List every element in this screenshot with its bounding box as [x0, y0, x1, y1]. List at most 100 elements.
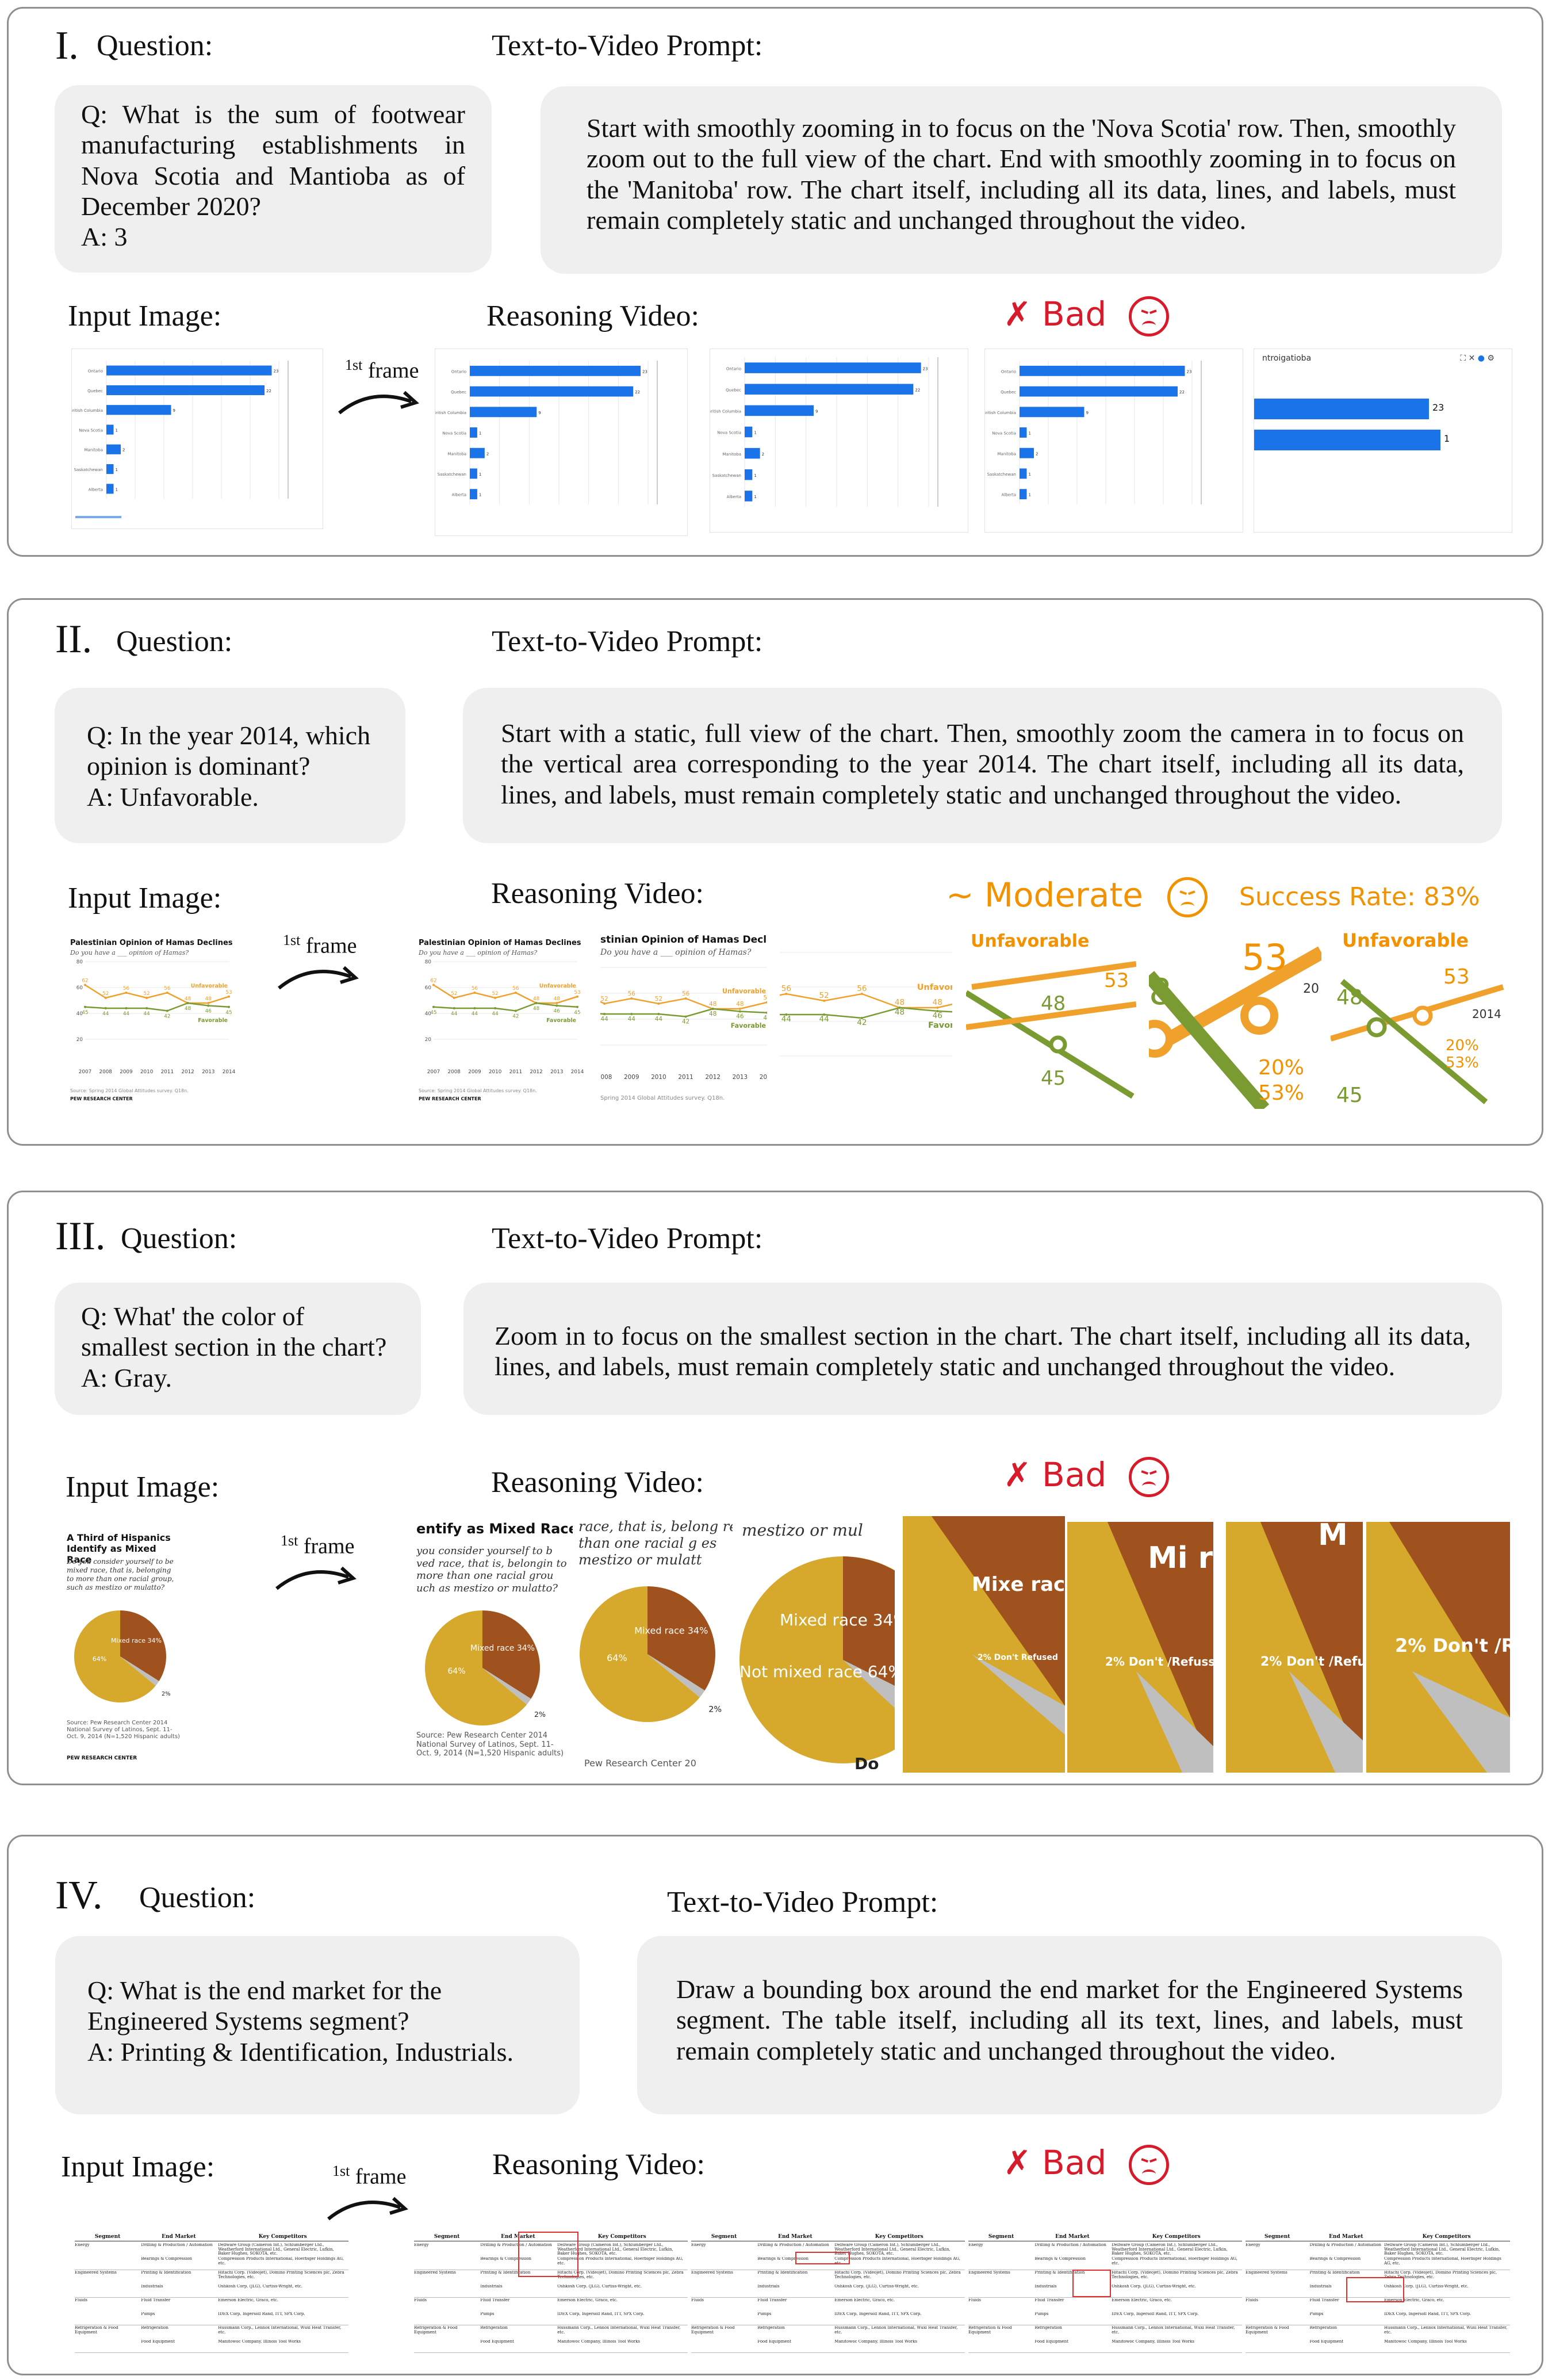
face-feature — [1140, 1470, 1148, 1477]
slice-label-mixed: Mixed race 34% — [634, 1625, 708, 1636]
first-frame-sup: 1st — [345, 357, 363, 373]
x-tick-label: 2009 — [120, 1069, 132, 1075]
worried-face-icon — [1167, 877, 1208, 917]
table-header-cell: End Market — [1055, 2234, 1090, 2240]
pew-logo: PEW RESEARCH CENTER — [70, 1096, 133, 1101]
table-row: Energy Drilling & Production / Automation… — [968, 2243, 1242, 2256]
data-label: 56 — [857, 984, 867, 993]
zoom-bar-1-value: 23 — [1432, 402, 1444, 413]
chart-source: Source: Spring 2014 Global Attitudes sur… — [70, 1088, 189, 1093]
section-2-success-rate: Success Rate: 83% — [1239, 882, 1480, 912]
arrow-icon — [278, 966, 359, 990]
data-point — [186, 1002, 189, 1004]
bar-value-label: 1 — [754, 495, 756, 499]
data-point — [514, 1009, 517, 1012]
face-feature — [1141, 2169, 1156, 2179]
pct-20: 20% — [1258, 1056, 1304, 1080]
chart-title: stinian Opinion of Hamas Declines — [600, 934, 767, 946]
data-label: 56 — [164, 986, 171, 992]
table-cell: Refrigeration — [1309, 2326, 1338, 2330]
x-tick-label: 2011 — [161, 1069, 174, 1075]
bar — [1020, 427, 1027, 438]
face-feature — [1179, 890, 1187, 897]
table-cell: IDEX Corp, Ingersoll Rand, ITT, SPX Corp… — [1384, 2312, 1471, 2316]
data-label: 53 — [763, 994, 767, 1001]
bar-value-label: 2 — [1036, 451, 1038, 456]
data-label: 44 — [123, 1011, 130, 1017]
bar-value-label: 1 — [116, 487, 118, 492]
section-2-input-label: Input Image: — [68, 882, 222, 914]
category-label: British Columbia — [435, 411, 466, 415]
table-cell: IDEX Corp, Ingersoll Rand, ITT, SPX Corp… — [1112, 2312, 1199, 2316]
table-cell — [75, 2257, 141, 2270]
video-frame-2: Segment End Market Key Competitors Energy Dr… — [691, 2232, 965, 2358]
table-row: Pumps IDEX Corp, Ingersoll Rand, ITT, SPX… — [75, 2312, 348, 2325]
section-1-prompt: Start with smoothly zooming in to focus … — [587, 113, 1456, 235]
pie-chart-input: Mixed race 34% 64% 2% — [74, 1610, 171, 1702]
bar-value-label: 9 — [173, 408, 175, 413]
data-label: 48 — [205, 996, 212, 1002]
table-cell: Compression Products International, Hoer… — [1112, 2257, 1237, 2266]
table-cell — [414, 2285, 480, 2297]
table-cell — [968, 2340, 1034, 2352]
data-label: 46 — [933, 1011, 942, 1020]
pie-question: Do you consider yourself to be mixed rac… — [67, 1558, 174, 1591]
table-cell: Hussmann Corp., Lennox International, Wu… — [557, 2326, 681, 2335]
table-row: Fluids Fluid Transfer Emerson Electric, Gr… — [968, 2298, 1242, 2311]
bounding-box — [1072, 2270, 1111, 2298]
table-cell — [968, 2257, 1034, 2270]
section-2-prompt: Start with a static, full view of the ch… — [501, 718, 1464, 809]
table-cell: Manitowoc Company, Illinois Tool Works — [834, 2340, 917, 2344]
section-1-video-label: Reasoning Video: — [486, 300, 699, 332]
data-label: 44 — [492, 1011, 499, 1017]
data-label: 42 — [857, 1018, 867, 1027]
data-point — [555, 1004, 558, 1007]
x-tick-label: 2010 — [489, 1069, 502, 1075]
data-point — [684, 997, 687, 1000]
category-label: Manitoba — [85, 448, 103, 453]
data-label: 48 — [554, 996, 560, 1002]
bar-value-label: 1 — [479, 431, 481, 436]
table-cell: Refrigeration & Food Equipment — [691, 2326, 735, 2335]
data-point — [684, 1015, 687, 1018]
section-4-question-box: Q: What is the end market for the Engine… — [55, 1936, 580, 2114]
section-4-input-label: Input Image: — [61, 2151, 215, 2183]
table-cell: Energy — [1246, 2243, 1260, 2247]
data-point — [711, 1008, 714, 1010]
data-point — [494, 1007, 497, 1009]
table-cell — [1246, 2340, 1310, 2352]
data-label: 53 — [225, 990, 232, 996]
table-row: Refrigeration & Food Equipment Refrigerat… — [1246, 2326, 1510, 2339]
category-label: Ontario — [726, 366, 741, 371]
table-row: Pumps IDEX Corp, Ingersoll Rand, ITT, SPX… — [691, 2312, 965, 2325]
arrow-icon — [327, 2197, 408, 2221]
section-4-answer: A: Printing & Identification, Industrial… — [87, 2037, 514, 2067]
x-tick-label: 2014 — [223, 1069, 236, 1075]
section-4-prompt-label: Text-to-Video Prompt: — [667, 1886, 938, 1919]
x-tick-label: 2012 — [181, 1069, 194, 1075]
data-point — [432, 1005, 435, 1008]
category-label: Saskatchewan — [987, 472, 1016, 477]
table-cell: Compression Products International, Hoer… — [218, 2257, 344, 2266]
table-cell: Energy — [968, 2243, 983, 2247]
section-4-numeral: IV. — [55, 1873, 103, 1918]
data-point — [657, 1002, 660, 1005]
x-tick-label: 2014 — [571, 1069, 584, 1075]
table-cell: Food Equipment — [1309, 2340, 1344, 2344]
data-point — [125, 992, 128, 994]
data-label: 52 — [451, 991, 457, 997]
x-tick-label: 2011 — [678, 1074, 693, 1081]
category-label: British Columbia — [985, 411, 1016, 415]
bar — [1020, 468, 1027, 479]
section-4-verdict: ✗ Bad — [1003, 2143, 1169, 2185]
bar-value-label: 1 — [754, 431, 756, 435]
x-tick-label: 2013 — [733, 1074, 748, 1081]
pie-question: mestizo or mul — [742, 1521, 863, 1540]
x-tick-label: 2009 — [624, 1074, 639, 1081]
section-3-verdict-text: ✗ Bad — [1003, 1455, 1107, 1494]
table-cell: Manitowoc Company, Illinois Tool Works — [218, 2340, 301, 2344]
data-label: 44 — [819, 1015, 829, 1024]
bar — [106, 385, 265, 395]
table-header-cell: Key Competitors — [1422, 2234, 1471, 2240]
data-point — [145, 997, 148, 999]
